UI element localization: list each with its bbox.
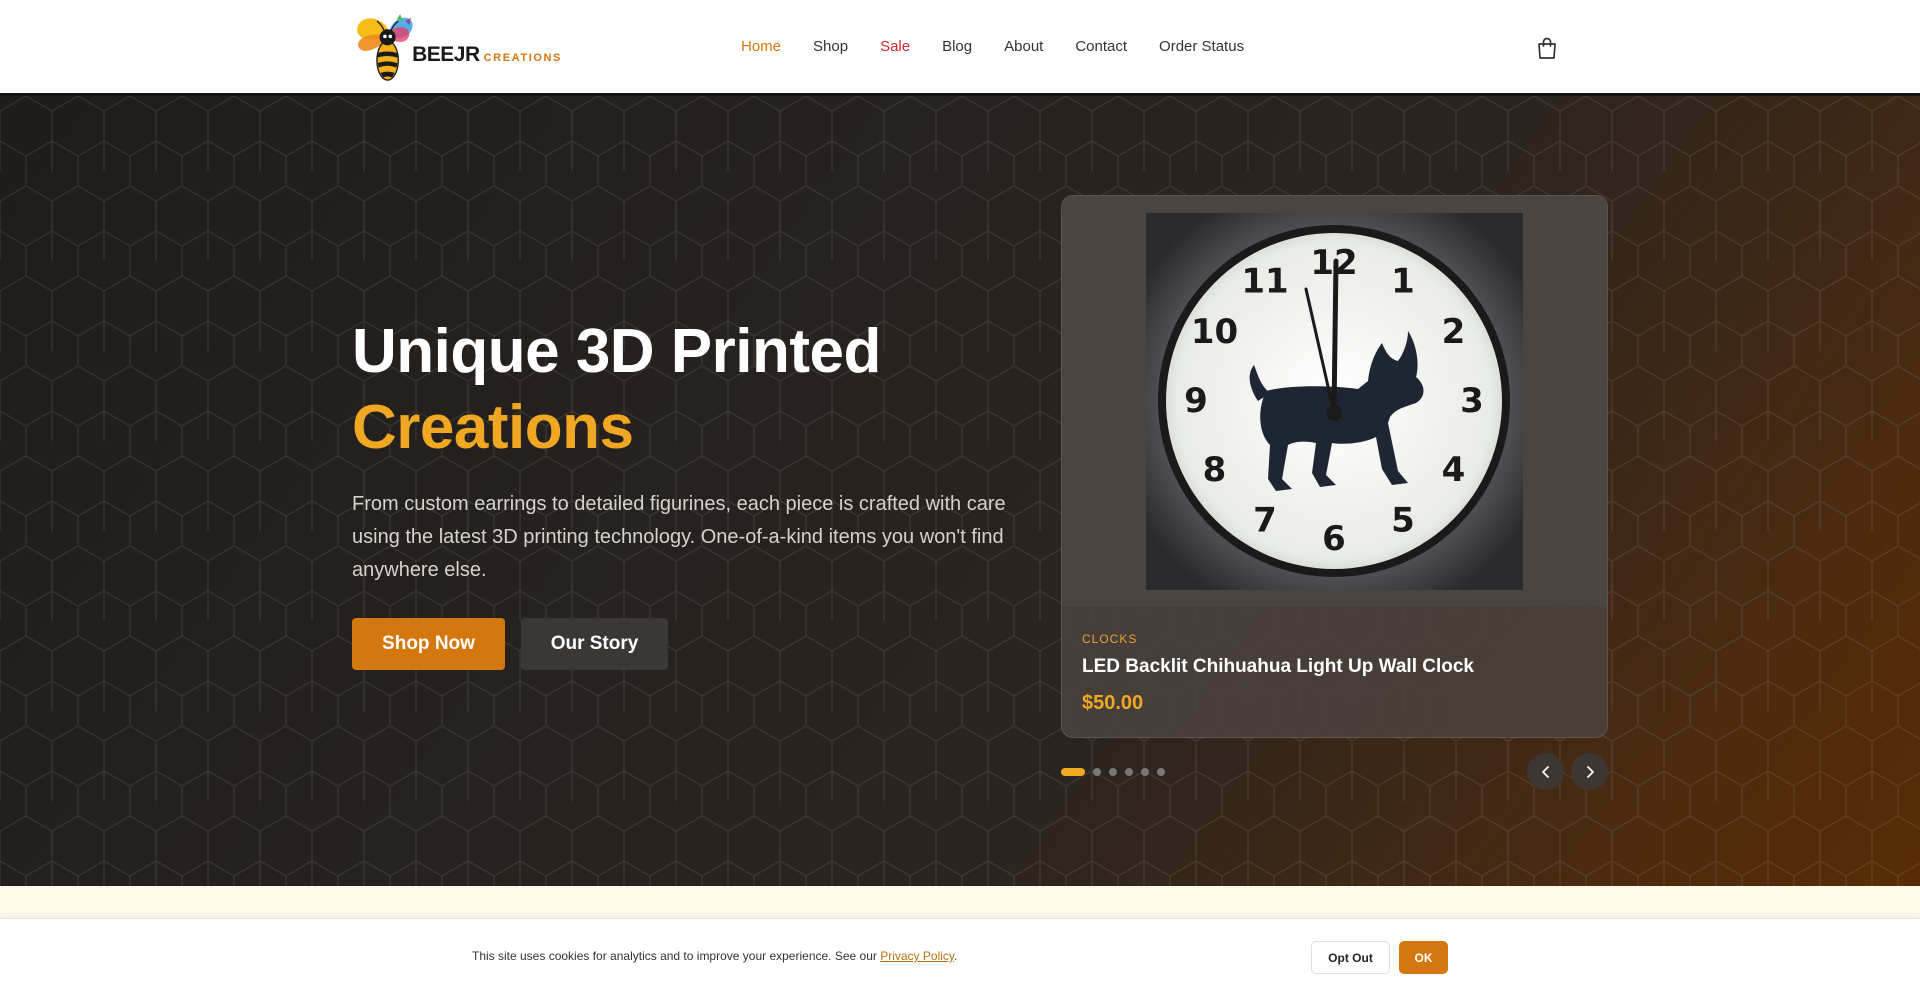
clock-number: 7	[1253, 501, 1277, 541]
shopping-bag-icon[interactable]	[1535, 36, 1559, 60]
clock-number: 6	[1322, 519, 1346, 559]
nav-item-home[interactable]: Home	[741, 38, 781, 55]
clock-number: 1	[1391, 262, 1415, 302]
clock-number: 4	[1442, 450, 1466, 490]
hero-title-accent: Creations	[352, 393, 634, 462]
product-title[interactable]: LED Backlit Chihuahua Light Up Wall Cloc…	[1082, 656, 1474, 678]
brand-wordmark: BEEJR CREATIONS	[412, 43, 562, 67]
clock-number: 9	[1184, 381, 1208, 421]
chevron-left-icon	[1541, 765, 1549, 778]
product-image: 121234567891011	[1146, 213, 1523, 590]
clock-number: 3	[1460, 381, 1484, 421]
carousel-dot[interactable]	[1061, 768, 1085, 776]
cookie-text: This site uses cookies for analytics and…	[472, 949, 877, 963]
privacy-policy-link[interactable]: Privacy Policy	[880, 949, 954, 963]
carousel-dot[interactable]	[1109, 768, 1117, 776]
carousel-dot[interactable]	[1141, 768, 1149, 776]
product-card[interactable]: 121234567891011 CLOCKS LED Backlit Chihu…	[1061, 195, 1608, 738]
chevron-right-icon	[1586, 765, 1594, 778]
hero-title: Unique 3D Printed Creations	[352, 314, 881, 466]
carousel-dot[interactable]	[1093, 768, 1101, 776]
our-story-button[interactable]: Our Story	[521, 618, 668, 670]
carousel-dot[interactable]	[1157, 768, 1165, 776]
carousel-dots	[1061, 768, 1173, 776]
hero-title-line1: Unique 3D Printed	[352, 317, 881, 386]
clock-number: 5	[1391, 501, 1415, 541]
carousel-next-button[interactable]	[1571, 753, 1608, 790]
cookie-suffix: .	[954, 949, 958, 963]
brand-logo[interactable]: BEEJR CREATIONS	[352, 8, 562, 88]
carousel-prev-button[interactable]	[1527, 753, 1564, 790]
clock-number: 11	[1241, 262, 1288, 302]
cookie-banner: This site uses cookies for analytics and…	[0, 918, 1920, 993]
clock-number: 10	[1191, 312, 1238, 352]
ok-button[interactable]: OK	[1399, 941, 1448, 974]
product-price: $50.00	[1082, 692, 1144, 714]
bee-logo-icon	[357, 14, 413, 81]
product-category: CLOCKS	[1082, 632, 1138, 646]
brand-name: BEEJR	[412, 43, 480, 66]
nav-item-sale[interactable]: Sale	[880, 38, 910, 55]
product-image-frame: 121234567891011	[1062, 196, 1607, 607]
main-nav: Home Shop Sale Blog About Contact Order …	[741, 38, 1276, 55]
site-header: BEEJR CREATIONS Home Shop Sale Blog Abou…	[0, 0, 1920, 96]
brand-tagline: CREATIONS	[483, 52, 562, 64]
clock-number: 8	[1203, 450, 1227, 490]
opt-out-button[interactable]: Opt Out	[1311, 941, 1390, 974]
carousel-dot[interactable]	[1125, 768, 1133, 776]
nav-item-shop[interactable]: Shop	[813, 38, 848, 55]
clock-number: 2	[1442, 312, 1466, 352]
nav-item-contact[interactable]: Contact	[1075, 38, 1127, 55]
nav-item-blog[interactable]: Blog	[942, 38, 972, 55]
shop-now-button[interactable]: Shop Now	[352, 618, 505, 670]
hero-description: From custom earrings to detailed figurin…	[352, 493, 1006, 581]
hero-section: Unique 3D Printed Creations From custom …	[0, 96, 1920, 886]
nav-item-about[interactable]: About	[1004, 38, 1043, 55]
nav-item-order-status[interactable]: Order Status	[1159, 38, 1244, 55]
cookie-message: This site uses cookies for analytics and…	[472, 949, 957, 963]
